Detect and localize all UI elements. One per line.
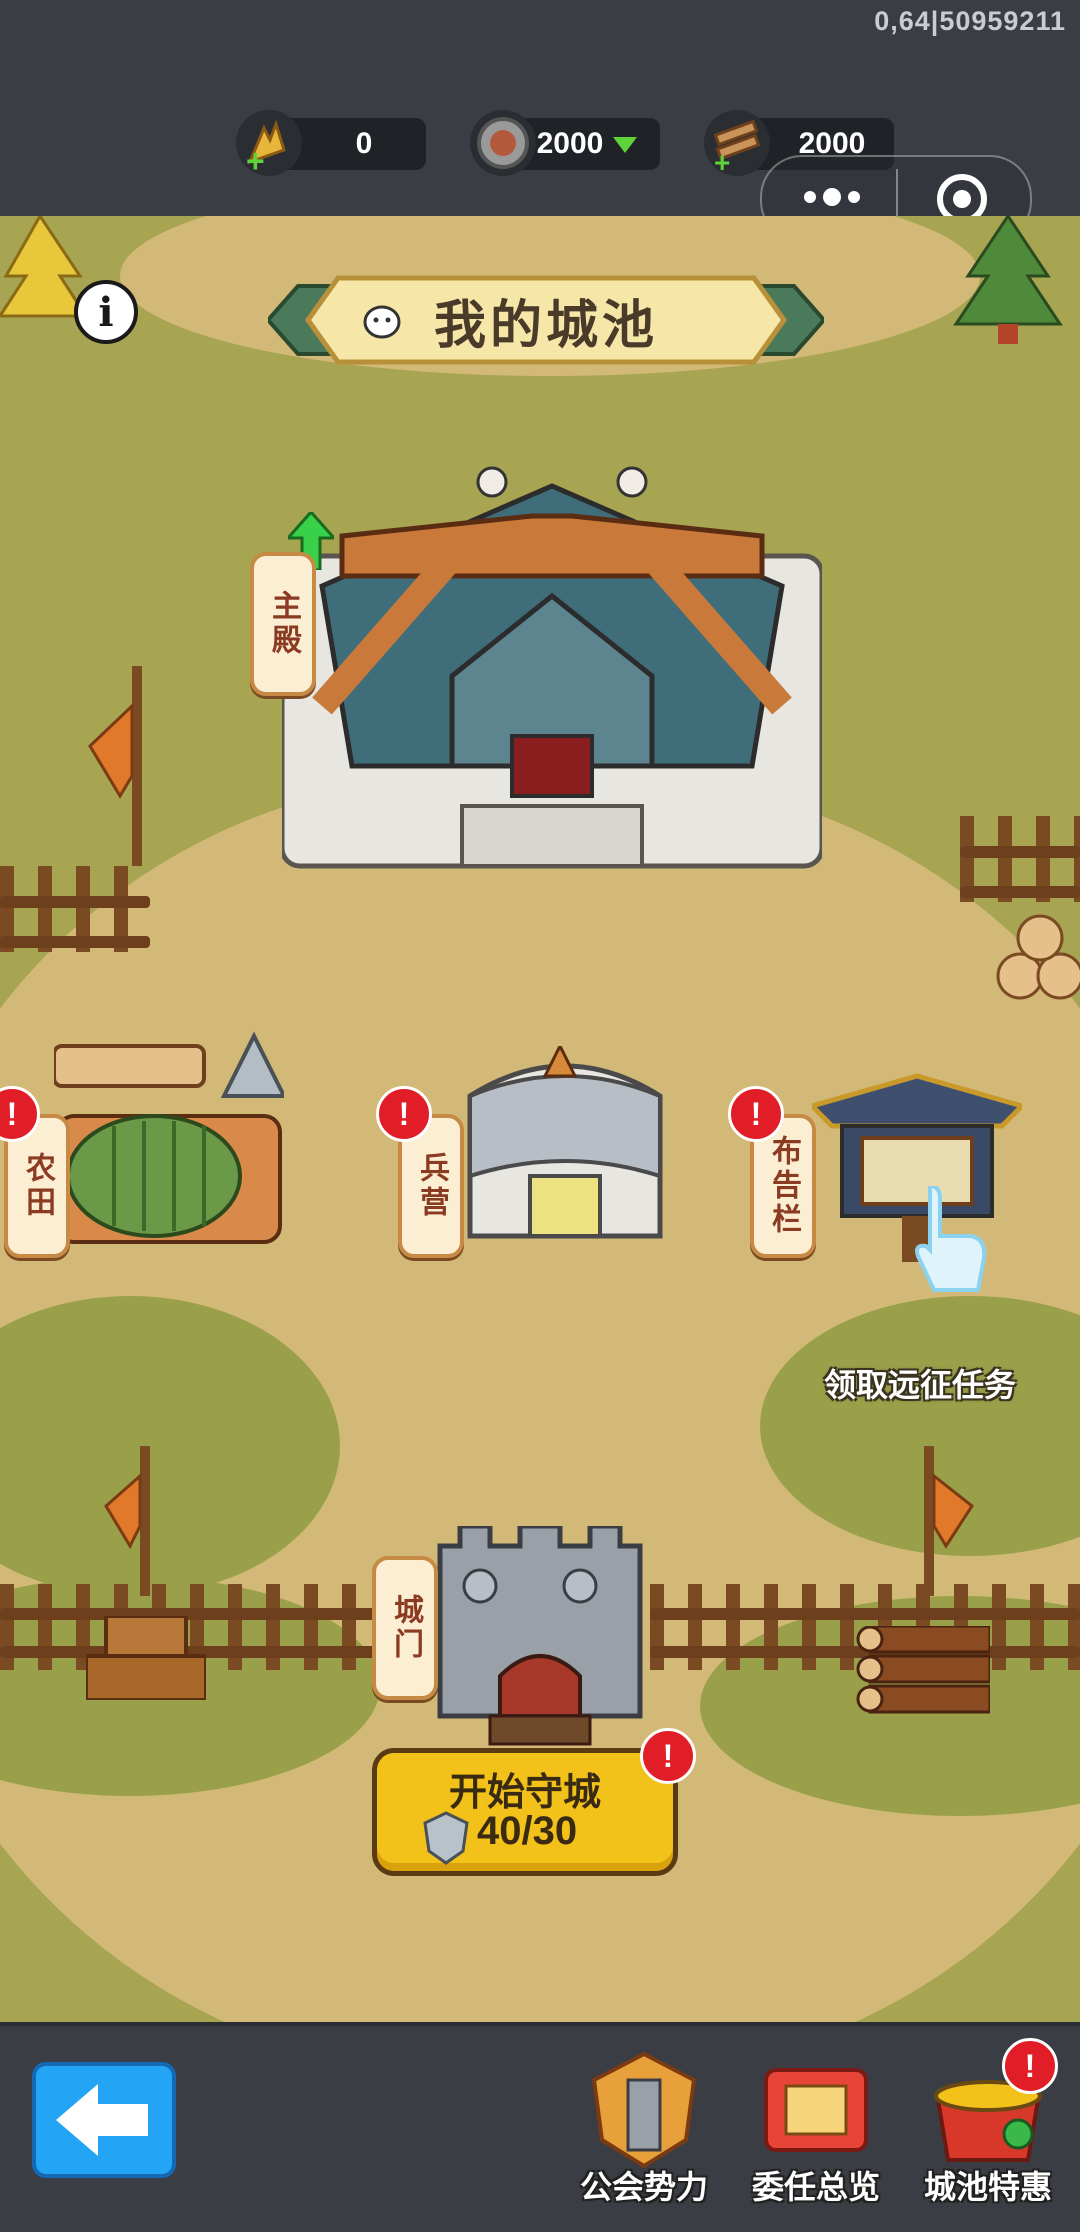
more-dots-icon	[804, 188, 860, 206]
fence-rail	[0, 1646, 420, 1658]
fence-rail	[960, 886, 1080, 898]
fence-rail	[960, 846, 1080, 858]
banner-flag-icon	[924, 1446, 975, 1596]
defense-count: 40/30	[477, 1809, 578, 1853]
banner-flag-icon	[88, 666, 142, 866]
city-offer-label: 城池特惠	[923, 2169, 1052, 2205]
stamina-shield-icon	[423, 1811, 469, 1865]
expedition-task-label[interactable]: 领取远征任务	[800, 1360, 1040, 1406]
main-hall-building[interactable]	[279, 466, 825, 876]
scroll-decree-icon	[764, 2068, 868, 2152]
wood-icon[interactable]: +	[704, 110, 770, 178]
info-icon: i	[98, 288, 114, 336]
coin-amount: 2000	[536, 127, 604, 160]
grain-amount: 0	[355, 127, 373, 160]
city-gate-building[interactable]	[430, 1523, 650, 1746]
debug-id-text: 0,64|50959211	[874, 6, 1066, 36]
svg-text:+: +	[714, 147, 730, 176]
fence-rail	[0, 1608, 420, 1620]
start-defense-label: 开始守城	[448, 1772, 601, 1814]
city-gate-sign[interactable]: 城门	[372, 1556, 438, 1700]
banner-flag-icon	[104, 1446, 150, 1596]
guild-power-button[interactable]: 公会势力	[564, 2050, 724, 2210]
page-title: 我的城池	[433, 296, 658, 355]
tap-hand-icon	[915, 1186, 987, 1292]
back-arrow-icon	[56, 2084, 148, 2156]
grain-icon[interactable]: +	[236, 110, 302, 179]
helmet-shield-icon	[591, 2051, 697, 2169]
appoint-overview-label: 委任总览	[751, 2169, 880, 2205]
crate-stack-icon	[86, 1616, 206, 1700]
info-button[interactable]: i	[74, 280, 138, 344]
farm-building[interactable]	[52, 1026, 288, 1246]
guild-power-label: 公会势力	[579, 2169, 708, 2205]
offer-alert-badge: !	[1002, 2038, 1058, 2094]
svg-text:+: +	[246, 143, 265, 176]
fence-rail	[0, 936, 150, 948]
barracks-alert-badge: !	[376, 1086, 432, 1142]
start-defense-button[interactable]: 开始守城 40/30	[372, 1748, 678, 1876]
fence-rail	[650, 1608, 1080, 1620]
appoint-overview-button[interactable]: 委任总览	[736, 2050, 896, 2210]
log-pile-icon	[856, 1626, 990, 1714]
coin-icon	[470, 110, 536, 176]
back-button[interactable]	[32, 2062, 176, 2178]
log-pile-icon	[996, 914, 1080, 1000]
more-menu-button[interactable]	[782, 179, 882, 215]
gem-icon	[613, 137, 638, 153]
fence-rail	[0, 896, 150, 908]
main-hall-sign[interactable]: 主殿	[250, 552, 316, 696]
pine-tree-icon	[953, 216, 1063, 344]
title-banner: 我的城池	[268, 272, 824, 368]
barracks-building[interactable]	[460, 1042, 670, 1246]
defense-alert-badge: !	[640, 1728, 696, 1784]
notice-board-alert-badge: !	[728, 1086, 784, 1142]
